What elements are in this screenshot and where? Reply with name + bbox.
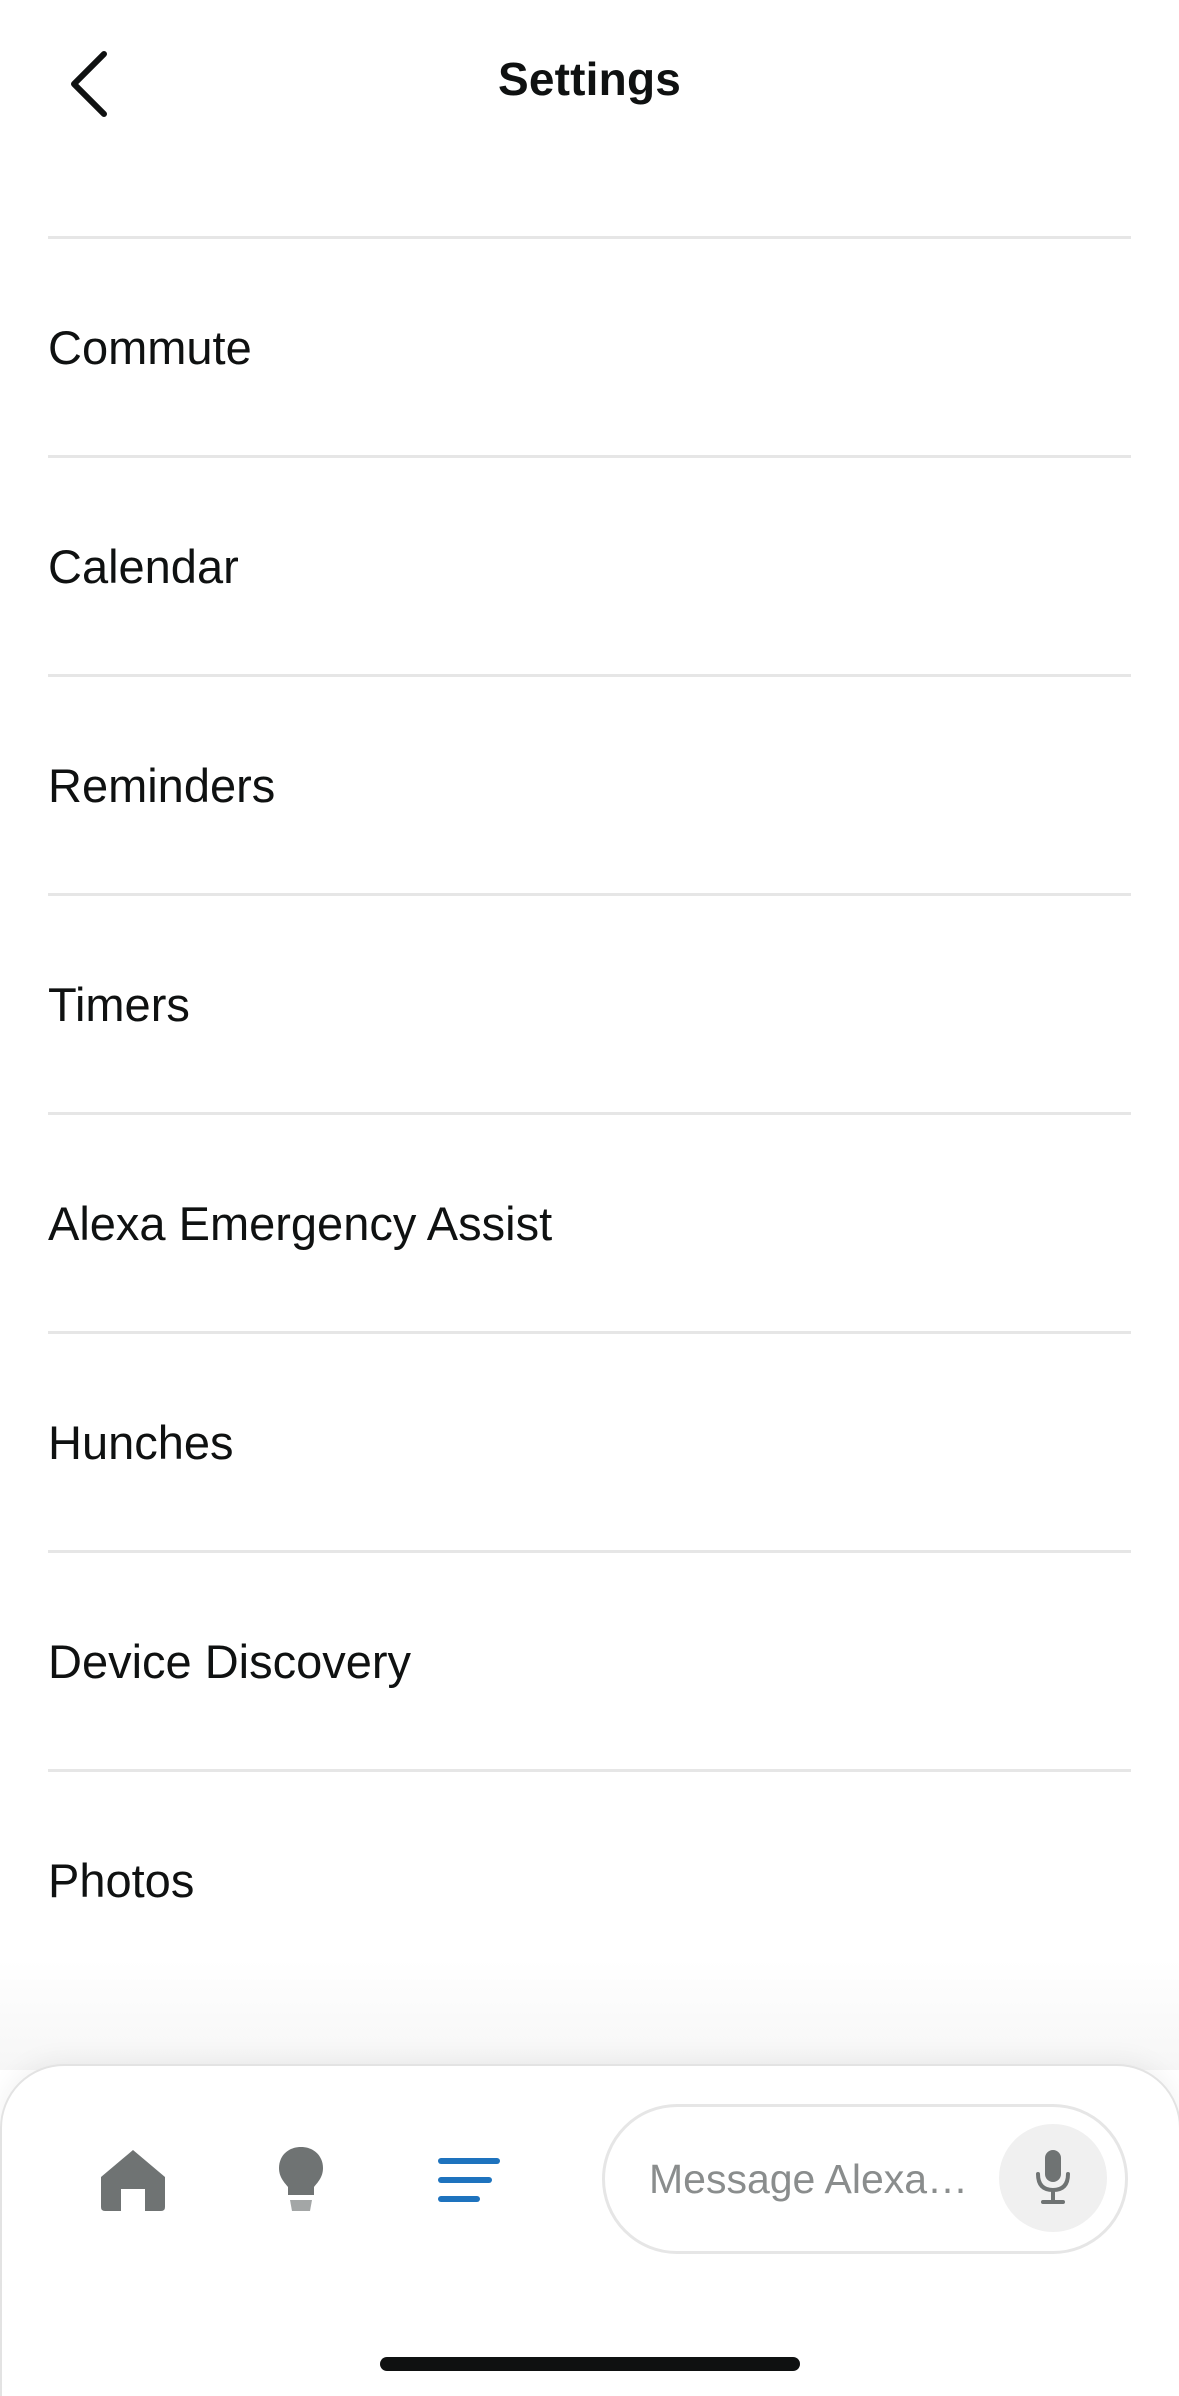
message-alexa-box — [602, 2104, 1128, 2254]
header: Settings — [0, 0, 1179, 170]
home-indicator[interactable] — [380, 2357, 800, 2371]
settings-item-commute[interactable]: Commute — [48, 239, 1131, 458]
menu-lines-icon — [438, 2158, 500, 2202]
settings-item-photos[interactable]: Photos — [48, 1772, 1131, 1988]
settings-item-label: Timers — [48, 977, 190, 1031]
home-icon — [101, 2150, 165, 2211]
settings-item-label: Reminders — [48, 758, 276, 812]
bottom-fade — [0, 1960, 1179, 2070]
settings-item-calendar[interactable]: Calendar — [48, 458, 1131, 677]
settings-item-label: Photos — [48, 1853, 195, 1907]
settings-item-emergency-assist[interactable]: Alexa Emergency Assist — [48, 1115, 1131, 1334]
nav-discover-button[interactable] — [256, 2140, 346, 2220]
settings-item-label: Device Discovery — [48, 1634, 412, 1688]
settings-item-device-discovery[interactable]: Device Discovery — [48, 1553, 1131, 1772]
settings-item-label: Commute — [48, 320, 252, 374]
settings-item-hunches[interactable]: Hunches — [48, 1334, 1131, 1553]
microphone-button[interactable] — [999, 2124, 1107, 2232]
settings-screen: Settings Commute Calendar Reminders Time… — [0, 0, 1179, 2396]
nav-home-button[interactable] — [88, 2140, 178, 2220]
lightbulb-icon — [279, 2147, 323, 2211]
settings-list: Commute Calendar Reminders Timers Alexa … — [48, 236, 1131, 1988]
settings-item-reminders[interactable]: Reminders — [48, 677, 1131, 896]
message-alexa-input[interactable] — [649, 2143, 989, 2215]
settings-item-label: Alexa Emergency Assist — [48, 1196, 553, 1250]
settings-item-label: Calendar — [48, 539, 239, 593]
microphone-icon — [1036, 2150, 1070, 2204]
page-title: Settings — [497, 53, 682, 105]
settings-item-label: Hunches — [48, 1415, 234, 1469]
nav-more-button[interactable] — [424, 2140, 514, 2220]
settings-item-timers[interactable]: Timers — [48, 896, 1131, 1115]
